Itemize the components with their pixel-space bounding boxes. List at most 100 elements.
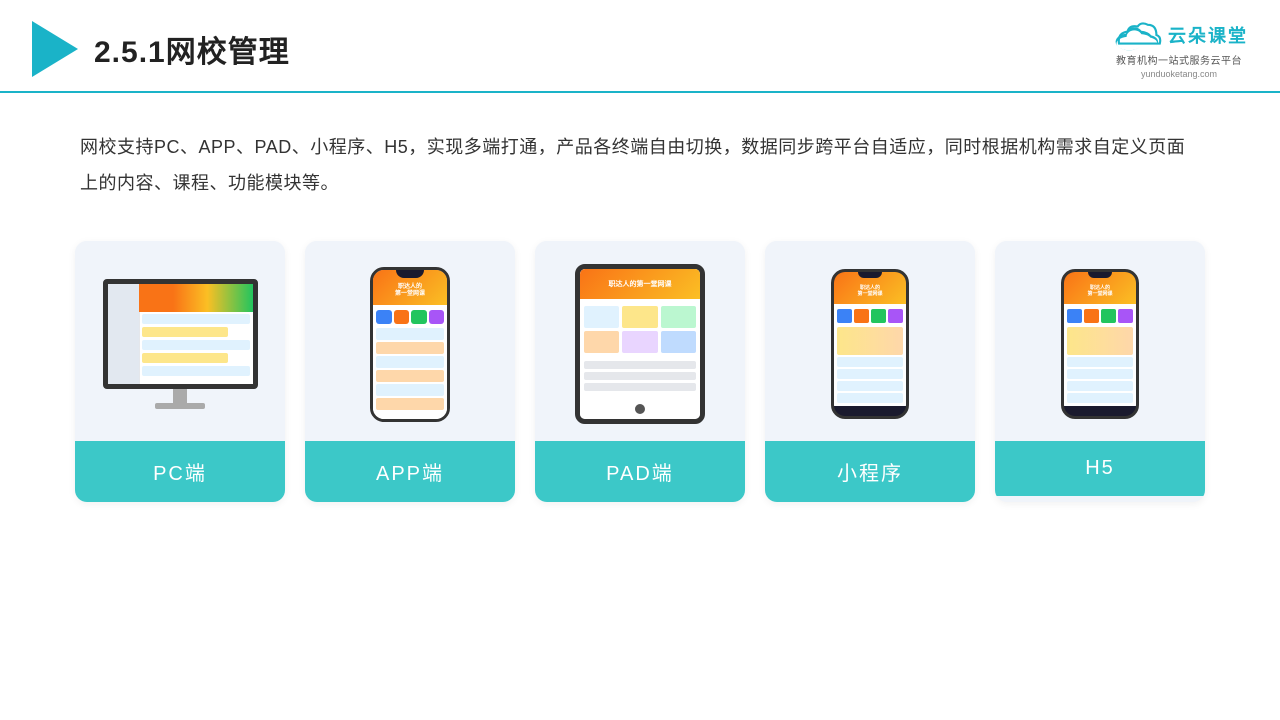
tablet-home-button: [635, 404, 645, 414]
tablet-screen-title: 职达人的第一堂网课: [609, 279, 672, 289]
phone-row-1: [376, 328, 444, 340]
h5-screen-title: 职达人的第一堂网课: [1087, 285, 1112, 298]
monitor-row-1: [142, 314, 249, 324]
monitor-content: [142, 314, 249, 382]
mini-phone-mock: 职达人的第一堂网课: [831, 269, 909, 419]
mini-phone-notch: [858, 272, 882, 278]
phone-screen: 职达人的第一堂网课: [373, 270, 447, 419]
h5-screen-body: [1064, 304, 1136, 406]
tablet-cell-1: [584, 306, 619, 328]
phone-row-2: [376, 342, 444, 354]
mini-phone-screen: 职达人的第一堂网课: [834, 272, 906, 416]
cloud-logo: 云朵课堂: [1110, 18, 1248, 52]
h5-icon-4: [1118, 309, 1133, 323]
tablet-row-2: [584, 372, 696, 380]
cards-section: PC端 职达人的第一堂网课: [0, 221, 1280, 532]
monitor-stand: [173, 389, 187, 403]
tablet-cell-2: [622, 306, 657, 328]
card-pad-image: 职达人的第一堂网课: [535, 241, 745, 441]
tablet-rows: [580, 357, 700, 395]
header: 2.5.1网校管理 云朵课堂 教育机构一站式服务云平台 yunduoketang…: [0, 0, 1280, 93]
h5-banner: [1067, 327, 1133, 355]
mini-banner: [837, 327, 903, 355]
card-app-label: APP端: [305, 441, 515, 502]
card-pc: PC端: [75, 241, 285, 502]
h5-phone-body: 职达人的第一堂网课: [1061, 269, 1139, 419]
icon-dot-1: [376, 310, 392, 324]
h5-content-2: [1067, 369, 1133, 379]
tablet-screen: 职达人的第一堂网课: [580, 269, 700, 419]
icon-dot-4: [429, 310, 445, 324]
card-h5-label: H5: [995, 441, 1205, 496]
h5-content-3: [1067, 381, 1133, 391]
h5-icon-2: [1084, 309, 1099, 323]
monitor-row-4: [142, 353, 228, 363]
h5-phone-notch: [1088, 272, 1112, 278]
card-app-image: 职达人的第一堂网课: [305, 241, 515, 441]
phone-body: 职达人的第一堂网课: [370, 267, 450, 422]
description-text: 网校支持PC、APP、PAD、小程序、H5，实现多端打通，产品各终端自由切换，数…: [0, 93, 1280, 221]
monitor-row-5: [142, 366, 249, 376]
mini-content-1: [837, 357, 903, 367]
card-pad: 职达人的第一堂网课: [535, 241, 745, 502]
tablet-grid: [580, 302, 700, 357]
h5-phone-screen: 职达人的第一堂网课: [1064, 272, 1136, 416]
phone-screen-title: 职达人的第一堂网课: [395, 284, 425, 298]
h5-content-4: [1067, 393, 1133, 403]
mini-icon-4: [888, 309, 903, 323]
icon-dot-3: [411, 310, 427, 324]
mini-icons: [837, 309, 903, 323]
brand-url: yunduoketang.com: [1141, 69, 1217, 79]
h5-icon-1: [1067, 309, 1082, 323]
phone-row-3: [376, 356, 444, 368]
tablet-mock: 职达人的第一堂网课: [575, 264, 705, 424]
mini-screen-body: [834, 304, 906, 406]
brand-name: 云朵课堂: [1168, 22, 1248, 48]
header-right: 云朵课堂 教育机构一站式服务云平台 yunduoketang.com: [1110, 18, 1248, 79]
card-mini: 职达人的第一堂网课: [765, 241, 975, 502]
card-pc-label: PC端: [75, 441, 285, 502]
h5-content-1: [1067, 357, 1133, 367]
tablet-row-1: [584, 361, 696, 369]
tablet-cell-6: [661, 331, 696, 353]
card-mini-label: 小程序: [765, 441, 975, 502]
h5-icon-3: [1101, 309, 1116, 323]
card-h5-image: 职达人的第一堂网课: [995, 241, 1205, 441]
tablet-cell-5: [622, 331, 657, 353]
brand-tagline: 教育机构一站式服务云平台: [1116, 52, 1242, 67]
monitor-row-2: [142, 327, 228, 337]
mini-icon-3: [871, 309, 886, 323]
icon-dot-2: [394, 310, 410, 324]
phone-row-5: [376, 384, 444, 396]
monitor-mock: [103, 279, 258, 409]
mini-content-3: [837, 381, 903, 391]
phone-mock: 职达人的第一堂网课: [370, 267, 450, 422]
phone-row-4: [376, 370, 444, 382]
card-pad-label: PAD端: [535, 441, 745, 502]
mini-icon-1: [837, 309, 852, 323]
logo-triangle-icon: [32, 21, 78, 77]
mini-screen-title: 职达人的第一堂网课: [857, 285, 882, 298]
h5-icons: [1067, 309, 1133, 323]
monitor-screen-inner: [108, 284, 253, 384]
mini-content-2: [837, 369, 903, 379]
tablet-screen-top: 职达人的第一堂网课: [580, 269, 700, 299]
tablet-body: 职达人的第一堂网课: [575, 264, 705, 424]
phone-notch: [396, 270, 424, 278]
cloud-icon: [1110, 18, 1162, 52]
mini-phone-body: 职达人的第一堂网课: [831, 269, 909, 419]
tablet-cell-4: [584, 331, 619, 353]
mini-icon-2: [854, 309, 869, 323]
header-left: 2.5.1网校管理: [32, 21, 290, 77]
phone-icons: [376, 310, 444, 324]
card-app: 职达人的第一堂网课: [305, 241, 515, 502]
page-title: 2.5.1网校管理: [94, 27, 290, 71]
tablet-cell-3: [661, 306, 696, 328]
monitor-row-3: [142, 340, 249, 350]
monitor-screen: [103, 279, 258, 389]
phone-row-6: [376, 398, 444, 410]
monitor-base: [155, 403, 205, 409]
h5-phone-mock: 职达人的第一堂网课: [1061, 269, 1139, 419]
card-h5: 职达人的第一堂网课: [995, 241, 1205, 502]
card-mini-image: 职达人的第一堂网课: [765, 241, 975, 441]
